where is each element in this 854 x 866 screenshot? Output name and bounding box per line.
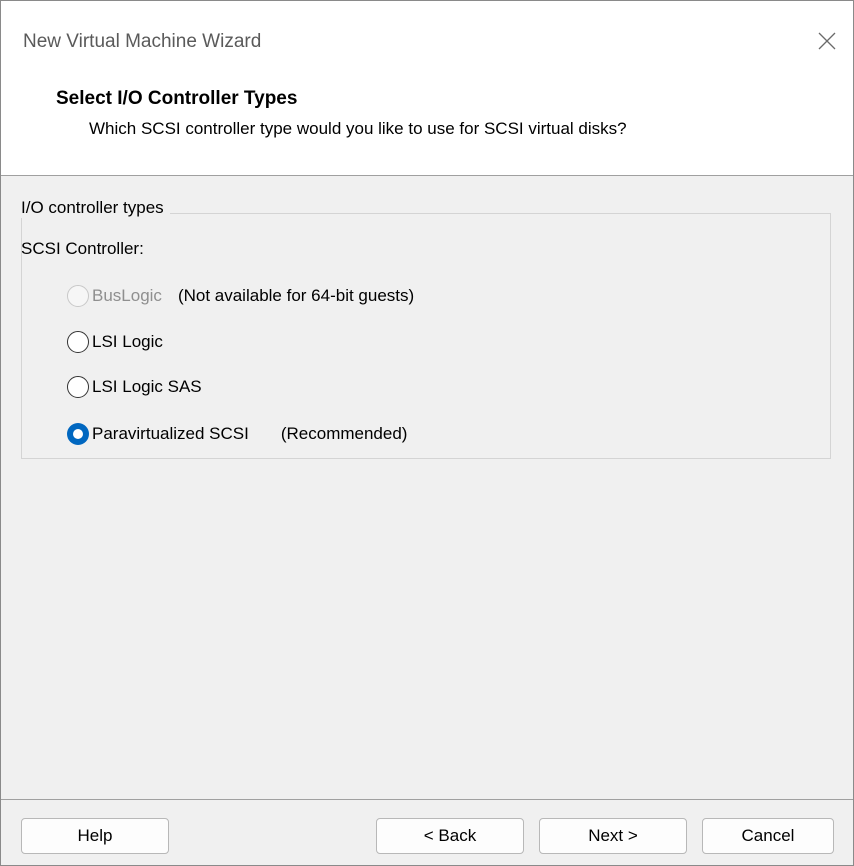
radio-label[interactable]: Paravirtualized SCSI <box>92 424 249 444</box>
page-subtitle: Which SCSI controller type would you lik… <box>89 119 627 138</box>
radio-paravirtualized-scsi[interactable]: Paravirtualized SCSI (Recommended) <box>67 421 407 447</box>
wizard-window: New Virtual Machine Wizard Select I/O Co… <box>0 0 854 866</box>
groupbox-legend: I/O controller types <box>15 198 170 218</box>
radio-button-icon[interactable] <box>67 331 89 353</box>
help-button[interactable]: Help <box>21 818 169 854</box>
cancel-button[interactable]: Cancel <box>702 818 834 854</box>
radio-lsi-logic-sas[interactable]: LSI Logic SAS <box>67 374 202 400</box>
radio-note: (Not available for 64-bit guests) <box>177 286 415 305</box>
radio-lsi-logic[interactable]: LSI Logic <box>67 329 163 355</box>
close-icon <box>818 32 836 50</box>
next-button[interactable]: Next > <box>539 818 687 854</box>
radio-buslogic: BusLogic (Not available for 64-bit guest… <box>67 283 414 309</box>
scsi-controller-label: SCSI Controller: <box>21 239 144 258</box>
radio-label[interactable]: LSI Logic SAS <box>92 377 202 397</box>
footer-divider <box>1 799 853 800</box>
radio-button-selected-icon[interactable] <box>67 423 89 445</box>
page-title: Select I/O Controller Types <box>56 88 298 109</box>
radio-label: BusLogic <box>92 286 162 305</box>
wizard-header: Select I/O Controller Types Which SCSI c… <box>1 83 853 176</box>
radio-button-icon <box>67 285 89 307</box>
radio-note: (Recommended) <box>280 424 408 443</box>
window-title: New Virtual Machine Wizard <box>23 31 262 52</box>
radio-button-icon[interactable] <box>67 376 89 398</box>
radio-label[interactable]: LSI Logic <box>92 332 163 352</box>
title-bar[interactable]: New Virtual Machine Wizard <box>1 1 853 83</box>
close-button[interactable] <box>807 23 847 59</box>
back-button[interactable]: < Back <box>376 818 524 854</box>
